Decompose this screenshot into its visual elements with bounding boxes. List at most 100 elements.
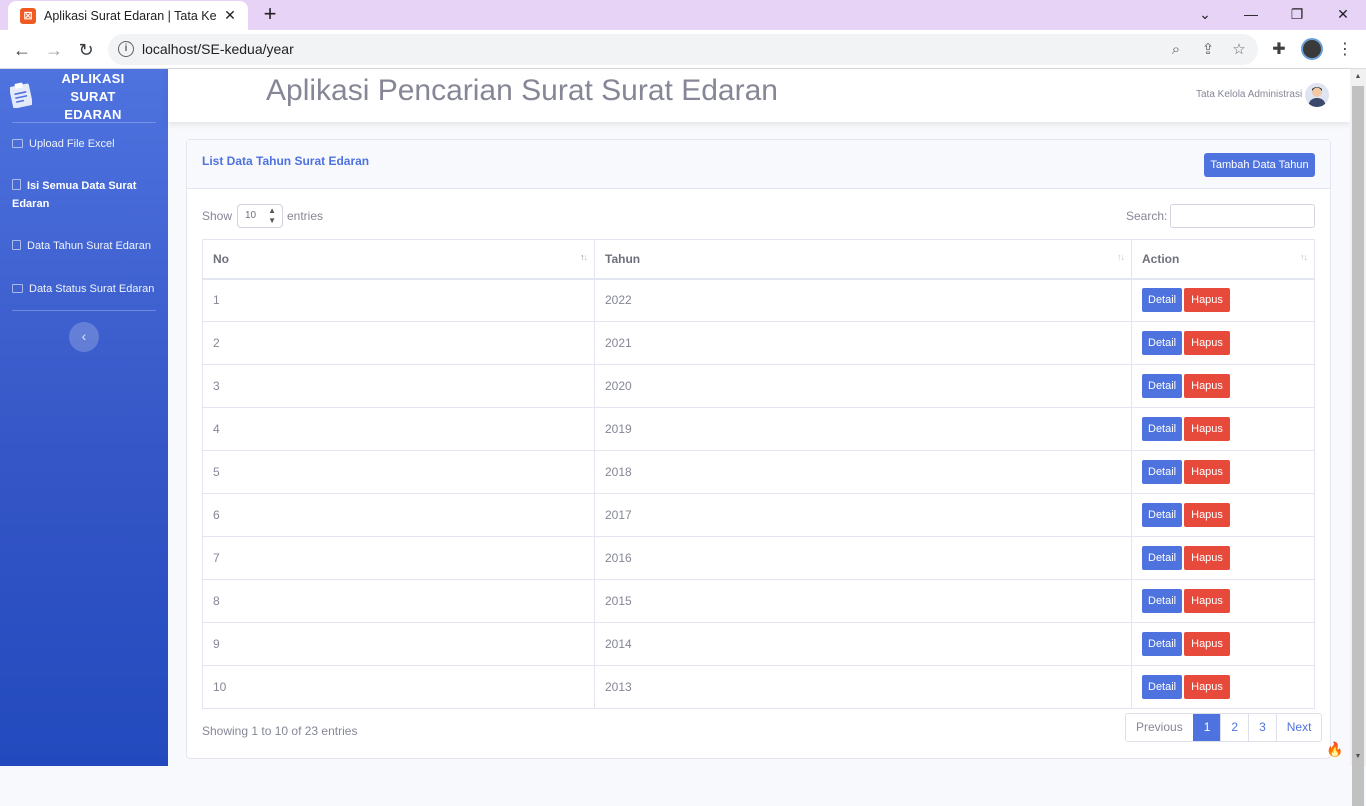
sidebar-item-isi-semua-data[interactable]: Isi Semua Data Surat Edaran	[12, 177, 158, 213]
cell-action: Detail Hapus	[1131, 321, 1315, 365]
cell-action: Detail Hapus	[1131, 622, 1315, 666]
search-input[interactable]	[1170, 204, 1315, 228]
pagination-page-3[interactable]: 3	[1248, 714, 1276, 741]
bookmark-star-icon[interactable]: ☆	[1229, 40, 1249, 60]
pagination-page-1[interactable]: 1	[1192, 714, 1221, 741]
file-icon	[12, 179, 21, 190]
detail-button[interactable]: Detail	[1142, 503, 1183, 527]
detail-button[interactable]: Detail	[1142, 675, 1183, 699]
cell-action: Detail Hapus	[1131, 665, 1315, 709]
forward-icon[interactable]: →	[41, 37, 67, 63]
extensions-icon[interactable]: ✚	[1268, 39, 1290, 61]
select-arrows-icon: ▲ ▼	[268, 206, 276, 225]
cell-no: 8	[202, 579, 595, 623]
table-icon	[12, 139, 23, 148]
cell-no: 5	[202, 450, 595, 494]
cell-no: 2	[202, 321, 595, 365]
cell-no: 6	[202, 493, 595, 537]
minimize-button[interactable]: —	[1228, 0, 1274, 30]
restore-button[interactable]: ❐	[1274, 0, 1320, 30]
sidebar-toggle-button[interactable]: ‹	[69, 322, 99, 352]
delete-button[interactable]: Hapus	[1184, 546, 1230, 570]
table-icon	[12, 284, 23, 293]
column-header-tahun[interactable]: Tahun ↑↓	[594, 239, 1132, 280]
scrollbar-thumb[interactable]	[1352, 86, 1364, 806]
user-avatar[interactable]	[1305, 83, 1329, 107]
cell-action: Detail Hapus	[1131, 407, 1315, 451]
sidebar-item-label: Data Tahun Surat Edaran	[27, 240, 151, 252]
delete-button[interactable]: Hapus	[1184, 417, 1230, 441]
delete-button[interactable]: Hapus	[1184, 374, 1230, 398]
pagination-page-2[interactable]: 2	[1220, 714, 1249, 741]
detail-button[interactable]: Detail	[1142, 589, 1183, 613]
cell-no: 7	[202, 536, 595, 580]
cell-tahun: 2021	[594, 321, 1132, 365]
profile-avatar[interactable]	[1301, 38, 1323, 60]
reload-icon[interactable]: ↻	[73, 37, 99, 63]
page-size-select[interactable]: 10 ▲ ▼	[237, 204, 283, 228]
delete-button[interactable]: Hapus	[1184, 331, 1230, 355]
zoom-icon[interactable]: ⌕	[1166, 40, 1186, 60]
cell-tahun: 2016	[594, 536, 1132, 580]
sidebar-item-data-tahun[interactable]: Data Tahun Surat Edaran	[12, 237, 158, 255]
cell-action: Detail Hapus	[1131, 364, 1315, 408]
url-text[interactable]: localhost/SE-kedua/year	[142, 41, 294, 57]
user-icon	[1308, 87, 1326, 107]
year-list-card: List Data Tahun Surat Edaran Tambah Data…	[186, 139, 1331, 759]
cell-tahun: 2020	[594, 364, 1132, 408]
table-row: 5 2018 Detail Hapus	[202, 450, 1315, 494]
close-window-button[interactable]: ✕	[1320, 0, 1366, 30]
browser-tab[interactable]: ⊠ Aplikasi Surat Edaran | Tata Kelola ✕	[8, 1, 248, 30]
detail-button[interactable]: Detail	[1142, 288, 1183, 313]
entries-label: entries	[287, 209, 324, 223]
pagination-next[interactable]: Next	[1275, 714, 1322, 741]
sidebar-item-label: Isi Semua Data Surat Edaran	[12, 180, 137, 210]
detail-button[interactable]: Detail	[1142, 417, 1183, 441]
detail-button[interactable]: Detail	[1142, 331, 1183, 355]
column-header-action[interactable]: Action ↑↓	[1131, 239, 1315, 280]
detail-button[interactable]: Detail	[1142, 546, 1183, 570]
sidebar-item-data-status[interactable]: Data Status Surat Edaran	[12, 280, 158, 298]
sidebar-brand[interactable]: APLIKASI SURAT EDARAN	[0, 69, 168, 122]
flame-icon: 🔥	[1326, 741, 1344, 757]
address-bar[interactable]: i localhost/SE-kedua/year ⌕ ⇪ ☆	[108, 34, 1258, 65]
cell-tahun: 2013	[594, 665, 1132, 709]
vertical-scrollbar[interactable]: ▲ ▼	[1350, 69, 1366, 806]
back-icon[interactable]: ←	[9, 37, 35, 63]
column-header-no[interactable]: No ↑↓	[202, 239, 595, 280]
menu-dots-icon[interactable]: ⋮	[1334, 39, 1356, 61]
share-icon[interactable]: ⇪	[1198, 40, 1218, 60]
user-name[interactable]: Tata Kelola Administrasi	[1196, 89, 1302, 100]
close-tab-icon[interactable]: ✕	[222, 7, 238, 24]
table-header-row: No ↑↓ Tahun ↑↓ Action ↑↓	[202, 239, 1315, 280]
delete-button[interactable]: Hapus	[1184, 675, 1230, 699]
scroll-up-icon[interactable]: ▲	[1353, 72, 1363, 82]
sidebar-item-upload-file-excel[interactable]: Upload File Excel	[12, 135, 158, 153]
cell-action: Detail Hapus	[1131, 278, 1315, 322]
detail-button[interactable]: Detail	[1142, 460, 1183, 484]
delete-button[interactable]: Hapus	[1184, 460, 1230, 484]
card-title: List Data Tahun Surat Edaran	[202, 154, 370, 168]
table-row: 10 2013 Detail Hapus	[202, 665, 1315, 709]
scroll-down-icon[interactable]: ▼	[1353, 752, 1363, 762]
delete-button[interactable]: Hapus	[1184, 632, 1230, 656]
detail-button[interactable]: Detail	[1142, 632, 1183, 656]
new-tab-button[interactable]: +	[258, 3, 282, 27]
sort-icon: ↑↓	[580, 252, 588, 262]
cell-action: Detail Hapus	[1131, 536, 1315, 580]
delete-button[interactable]: Hapus	[1184, 589, 1230, 613]
detail-button[interactable]: Detail	[1142, 374, 1183, 398]
add-year-button[interactable]: Tambah Data Tahun	[1204, 153, 1315, 177]
sort-icon: ↑↓	[1300, 252, 1308, 262]
delete-button[interactable]: Hapus	[1184, 503, 1230, 527]
tab-search-icon[interactable]: ⌄	[1182, 0, 1228, 30]
sidebar-item-label: Upload File Excel	[29, 138, 115, 150]
cell-tahun: 2014	[594, 622, 1132, 666]
sort-icon: ↑↓	[1117, 252, 1125, 262]
delete-button[interactable]: Hapus	[1184, 288, 1230, 313]
cell-no: 9	[202, 622, 595, 666]
pagination: Previous 1 2 3 Next	[1125, 713, 1323, 742]
pagination-previous[interactable]: Previous	[1126, 714, 1193, 741]
cell-action: Detail Hapus	[1131, 493, 1315, 537]
site-info-icon[interactable]: i	[118, 41, 134, 57]
